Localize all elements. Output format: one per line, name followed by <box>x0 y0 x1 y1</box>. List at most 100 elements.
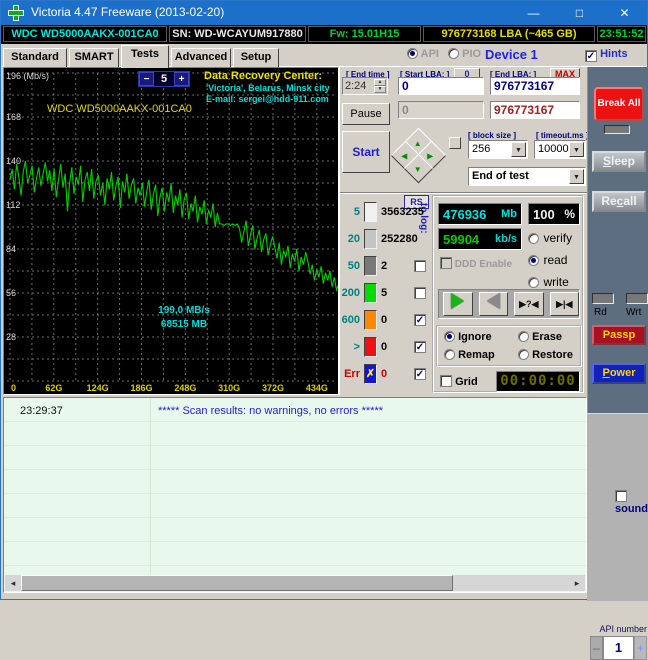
svg-text:62G: 62G <box>45 383 62 393</box>
end-of-test-select[interactable]: End of test ▼ <box>468 167 586 186</box>
pio-radio[interactable] <box>448 48 460 59</box>
block-size-select[interactable]: 256 ▼ <box>468 140 528 159</box>
end-lba-input[interactable]: 976773167 <box>490 77 580 95</box>
tab-standard[interactable]: Standard <box>3 48 67 67</box>
close-button[interactable]: ✕ <box>602 1 647 25</box>
log-checkbox-200[interactable] <box>414 287 426 299</box>
sound-checkbox[interactable] <box>615 490 627 502</box>
read-radio[interactable] <box>528 255 539 266</box>
sleep-button[interactable]: Sleep <box>592 151 646 172</box>
action-erase[interactable]: Erase <box>518 331 562 343</box>
tab-advanced[interactable]: Advanced <box>171 48 231 67</box>
spinner-down-icon[interactable]: ▼ <box>374 86 386 93</box>
right-sidebar: Break All Sleep Recall Rd Wrt Passp Powe… <box>587 67 648 660</box>
back-button[interactable] <box>478 292 508 316</box>
log-checkbox-over[interactable]: ✓ <box>414 341 426 353</box>
svg-text:140: 140 <box>6 156 21 166</box>
maximize-button[interactable]: □ <box>557 1 602 25</box>
hints-checkbox[interactable]: ✓ <box>585 50 597 62</box>
svg-text:56: 56 <box>6 288 16 298</box>
action-restore[interactable]: Restore <box>518 349 573 361</box>
log-horizontal-scrollbar[interactable]: ◂ ▸ <box>5 575 585 591</box>
scan-timer: 00:00:00 <box>496 371 580 392</box>
break-all-button[interactable]: Break All <box>594 87 644 121</box>
write-label: write <box>543 275 569 289</box>
scroll-right-icon[interactable]: ▸ <box>569 575 585 591</box>
goto-end-button[interactable]: ▶|◀ <box>549 292 579 316</box>
window-title: Victoria 4.47 Freeware (2013-02-20) <box>31 5 225 19</box>
wrt-label: Wrt <box>626 307 642 318</box>
log-checkbox-600[interactable]: ✓ <box>414 314 426 326</box>
ignore-radio[interactable] <box>444 331 455 342</box>
stat-block-swatch <box>364 202 377 222</box>
log-checkbox-err[interactable]: ✓ <box>414 368 426 380</box>
verify-label: verify <box>543 231 573 245</box>
verify-radio[interactable] <box>528 233 539 244</box>
log-column-divider <box>150 398 151 574</box>
zoom-in-button[interactable]: + <box>174 72 189 86</box>
end-time-spinner[interactable]: 2:24 ▲ ▼ <box>342 77 388 95</box>
write-radio[interactable] <box>528 277 539 288</box>
svg-text:28: 28 <box>6 332 16 342</box>
spinner-up-icon[interactable]: ▲ <box>374 79 386 86</box>
scrollbar-thumb[interactable] <box>21 575 453 591</box>
sidebar-upper: Break All Sleep Recall Rd Wrt Passp Powe… <box>587 67 648 413</box>
recall-button[interactable]: Recall <box>592 191 646 212</box>
timeout-select[interactable]: 10000 ▼ <box>534 140 586 159</box>
stat-row-600: 600 0 ✓ <box>340 309 432 333</box>
chevron-down-icon[interactable]: ▼ <box>569 142 584 157</box>
stat-block-swatch <box>364 283 377 303</box>
svg-text:196 (Mb/s): 196 (Mb/s) <box>6 71 49 81</box>
block-size-value: 256 <box>472 143 491 155</box>
api-minus-button[interactable]: – <box>590 636 603 660</box>
action-ignore[interactable]: Ignore <box>444 331 492 343</box>
mb-value: 476936 <box>443 206 487 222</box>
start-button[interactable]: Start <box>342 131 390 173</box>
device-label: Device 1 <box>485 47 538 62</box>
speed-plot: 196 (Mb/s) 168 140 112 84 56 28 0 62G 124G 186G 248… <box>6 71 338 393</box>
grid-checkbox[interactable] <box>440 375 452 387</box>
chevron-down-icon[interactable]: ▼ <box>511 142 526 157</box>
api-number-value[interactable]: 1 <box>603 636 634 660</box>
timeout-label: [ timeout.ms ] <box>536 131 589 140</box>
erase-radio[interactable] <box>518 331 529 342</box>
svg-text:0: 0 <box>11 383 16 393</box>
chevron-down-icon[interactable]: ▼ <box>569 169 584 184</box>
zoom-out-button[interactable]: − <box>139 72 154 86</box>
tab-bar: Standard SMART Tests Advanced Setup <box>1 44 647 68</box>
api-plus-button[interactable]: + <box>634 636 647 660</box>
graph-speed-overlay: 199,0 MB/s <box>158 305 210 316</box>
mode-read[interactable]: read <box>528 251 567 269</box>
start-lba-input[interactable]: 0 <box>398 77 484 95</box>
pause-button[interactable]: Pause <box>342 103 390 125</box>
stat-block-swatch <box>364 337 377 357</box>
stat-block-swatch <box>364 229 377 249</box>
stat-count: 252280 <box>381 233 418 245</box>
remap-radio[interactable] <box>444 349 455 360</box>
drive-firmware: Fw: 15.01H15 <box>308 26 421 42</box>
percent-unit: % <box>564 207 575 221</box>
scroll-left-icon[interactable]: ◂ <box>5 575 21 591</box>
minimize-button[interactable]: — <box>511 1 556 25</box>
title-bar: Victoria 4.47 Freeware (2013-02-20) — □ … <box>1 1 647 25</box>
tab-tests[interactable]: Tests <box>121 45 169 68</box>
passp-button[interactable]: Passp <box>592 325 646 345</box>
tab-smart[interactable]: SMART <box>69 48 119 67</box>
tab-setup[interactable]: Setup <box>233 48 279 67</box>
play-button[interactable] <box>443 292 473 316</box>
restore-radio[interactable] <box>518 349 529 360</box>
ignore-label: Ignore <box>458 331 492 343</box>
log-panel[interactable]: 23:29:37 ***** Scan results: no warnings… <box>3 397 587 593</box>
mode-verify[interactable]: verify <box>528 229 572 247</box>
svg-text:310G: 310G <box>218 383 240 393</box>
api-radio[interactable] <box>407 48 418 59</box>
busy-indicator <box>604 125 630 134</box>
defect-action-group: Ignore Erase Remap Restore <box>436 325 582 367</box>
seek-button[interactable]: ▶?◀ <box>514 292 544 316</box>
action-remap[interactable]: Remap <box>444 349 495 361</box>
log-message: ***** Scan results: no warnings, no erro… <box>158 405 384 417</box>
victoria-window: Victoria 4.47 Freeware (2013-02-20) — □ … <box>0 0 648 660</box>
log-checkbox-50[interactable] <box>414 260 426 272</box>
stat-label: 200 <box>341 287 360 299</box>
power-button[interactable]: Power <box>592 363 646 384</box>
